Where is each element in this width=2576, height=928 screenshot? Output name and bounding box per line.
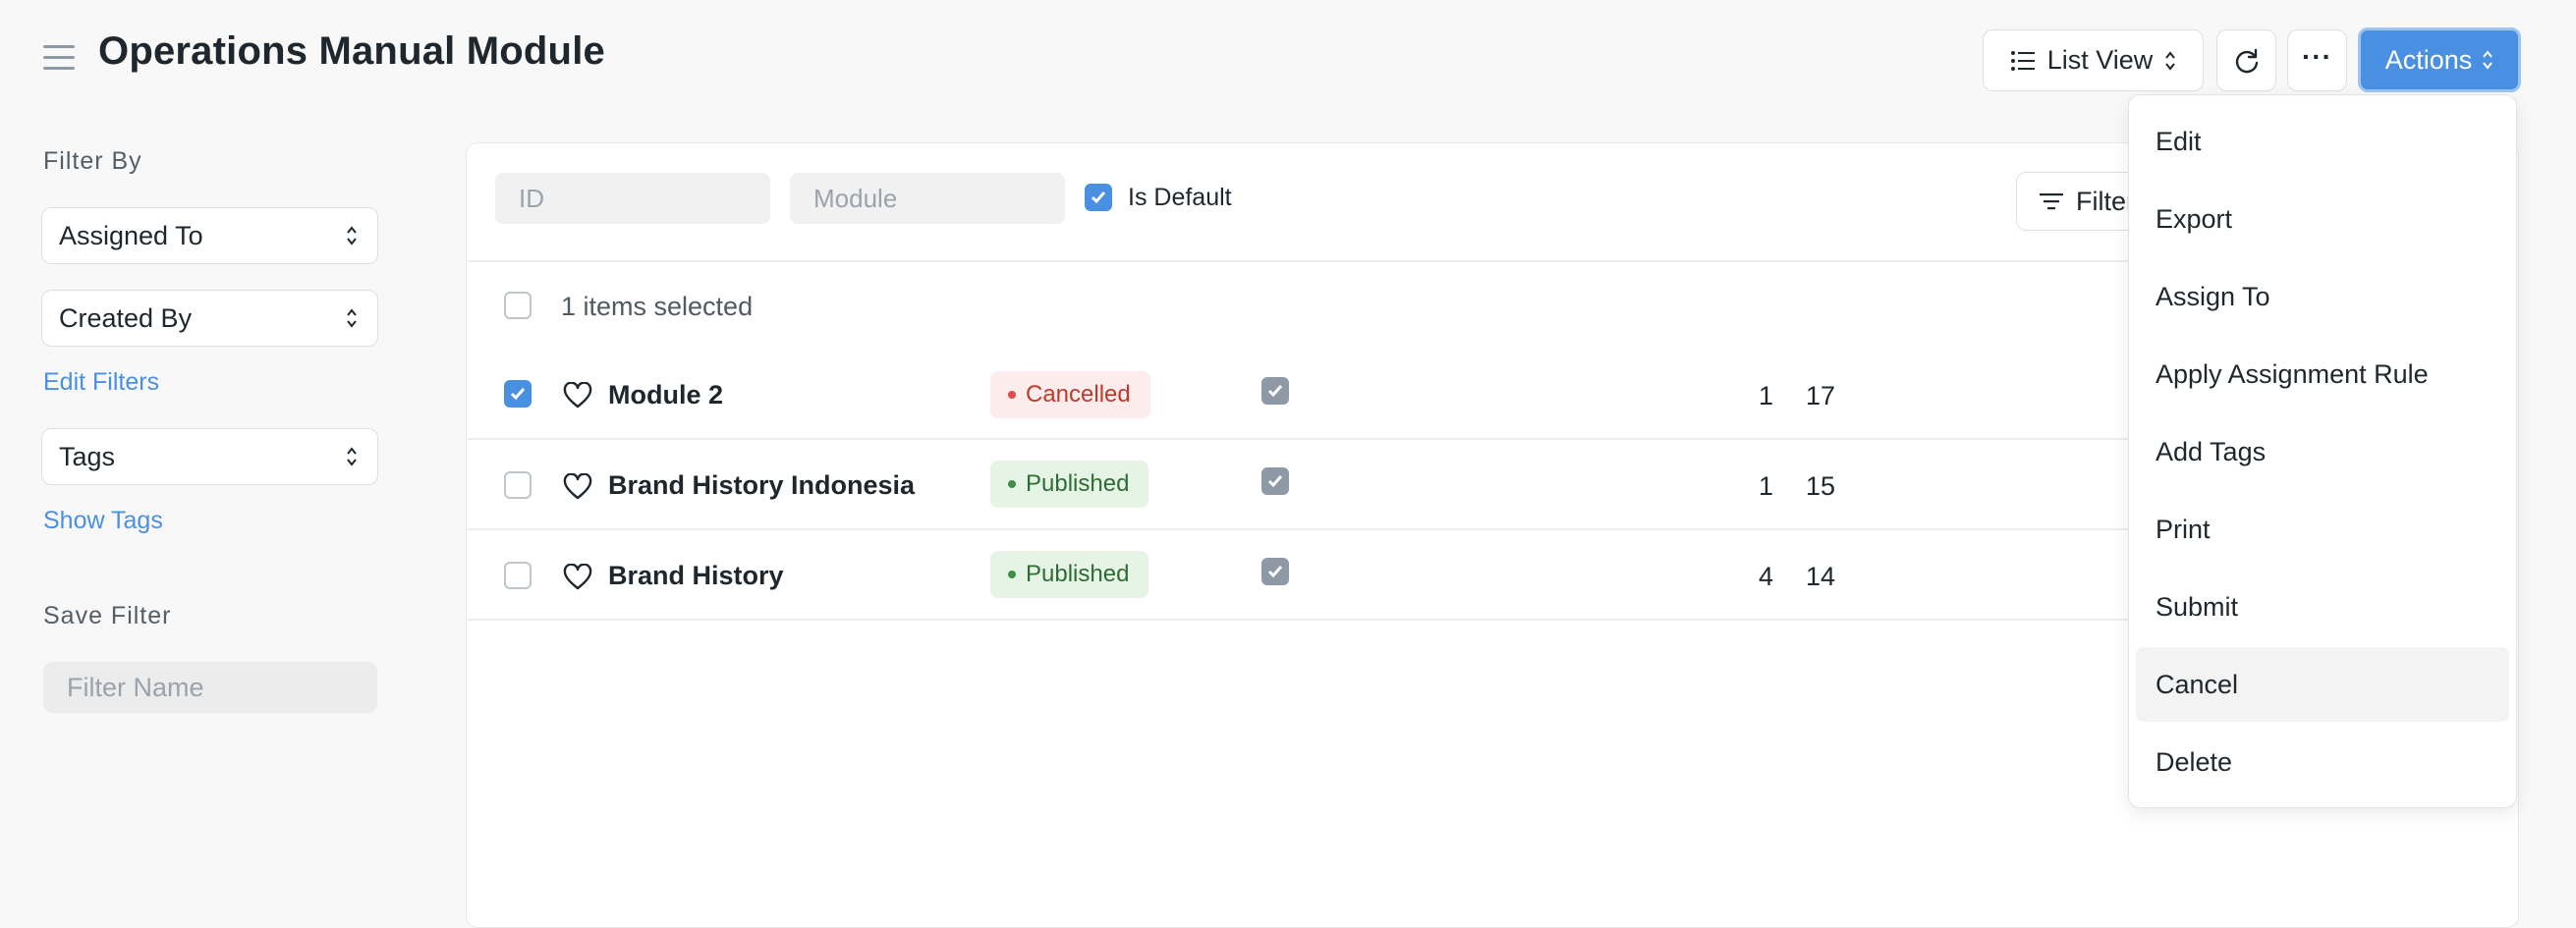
status-dot — [1008, 480, 1016, 488]
tags-select[interactable]: Tags — [41, 428, 378, 485]
filter-name-input[interactable]: Filter Name — [43, 662, 377, 713]
created-by-label: Created By — [59, 302, 193, 333]
default-checkbox — [1261, 467, 1289, 495]
sort-caret-icon — [347, 447, 357, 466]
filter-icon — [2040, 193, 2063, 210]
check-icon — [1267, 475, 1283, 488]
check-icon — [1267, 385, 1283, 398]
edit-filters-link[interactable]: Edit Filters — [43, 368, 159, 397]
row-divider — [468, 438, 2128, 440]
menu-item-add-tags[interactable]: Add Tags — [2136, 414, 2509, 489]
module-filter-input[interactable]: Module — [790, 173, 1065, 224]
menu-item-assign-to[interactable]: Assign To — [2136, 259, 2509, 334]
list-view-label: List View — [2046, 45, 2154, 75]
status-badge: Cancelled — [990, 371, 1150, 418]
id-filter-input[interactable]: ID — [495, 173, 770, 224]
status-badge: Published — [990, 461, 1149, 508]
is-default-checkbox[interactable] — [1085, 184, 1112, 211]
row-divider — [468, 528, 2128, 530]
is-default-label: Is Default — [1128, 184, 1232, 211]
status-label: Published — [1026, 561, 1130, 587]
heart-icon[interactable] — [563, 473, 592, 501]
refresh-button[interactable] — [2216, 29, 2276, 91]
selected-count-label: 1 items selected — [561, 292, 754, 321]
menu-item-edit[interactable]: Edit — [2136, 104, 2509, 179]
status-label: Cancelled — [1026, 381, 1131, 408]
row-comments: 15 — [1806, 471, 1836, 501]
actions-label: Actions — [2384, 44, 2473, 75]
row-comments: 17 — [1806, 381, 1836, 410]
sort-caret-icon — [2483, 50, 2493, 70]
status-badge: Published — [990, 551, 1149, 598]
created-by-select[interactable]: Created By — [41, 290, 378, 347]
row-count: 4 — [1759, 562, 1774, 591]
filter-by-heading: Filter By — [43, 147, 142, 175]
row-divider — [468, 619, 2128, 621]
row-title[interactable]: Module 2 — [608, 380, 723, 410]
heart-icon[interactable] — [563, 564, 592, 591]
page-title: Operations Manual Module — [98, 29, 605, 73]
row-select-checkbox[interactable] — [504, 380, 532, 408]
default-checkbox — [1261, 377, 1289, 405]
tags-label: Tags — [59, 441, 116, 471]
save-filter-heading: Save Filter — [43, 602, 172, 629]
assigned-to-select[interactable]: Assigned To — [41, 207, 378, 264]
check-icon — [1267, 566, 1283, 578]
heart-icon[interactable] — [563, 382, 592, 409]
default-checkbox — [1261, 558, 1289, 585]
row-count: 1 — [1759, 471, 1774, 501]
sort-caret-icon — [347, 308, 357, 328]
menu-item-export[interactable]: Export — [2136, 182, 2509, 256]
check-icon — [1091, 191, 1106, 204]
assigned-to-label: Assigned To — [59, 220, 203, 250]
sort-caret-icon — [2165, 50, 2176, 71]
divider — [468, 260, 2128, 262]
menu-item-submit[interactable]: Submit — [2136, 570, 2509, 644]
filter-button-label: Filter — [2076, 186, 2135, 216]
list-icon — [2010, 50, 2035, 71]
sort-caret-icon — [347, 226, 357, 246]
show-tags-link[interactable]: Show Tags — [43, 507, 163, 535]
row-select-checkbox[interactable] — [504, 471, 532, 499]
check-icon — [510, 388, 526, 401]
actions-button[interactable]: Actions — [2358, 27, 2521, 92]
sidebar-toggle-icon[interactable] — [43, 45, 75, 73]
menu-item-delete[interactable]: Delete — [2136, 725, 2509, 799]
menu-item-apply-assignment-rule[interactable]: Apply Assignment Rule — [2136, 337, 2509, 411]
status-dot — [1008, 391, 1016, 399]
status-dot — [1008, 571, 1016, 578]
row-title[interactable]: Brand History — [608, 561, 784, 591]
status-label: Published — [1026, 470, 1130, 497]
menu-item-cancel[interactable]: Cancel — [2136, 647, 2509, 722]
row-count: 1 — [1759, 381, 1774, 410]
row-comments: 14 — [1806, 562, 1836, 591]
row-title[interactable]: Brand History Indonesia — [608, 470, 915, 501]
list-view-button[interactable]: List View — [1983, 29, 2204, 91]
row-select-checkbox[interactable] — [504, 562, 532, 589]
select-all-checkbox[interactable] — [504, 292, 532, 319]
refresh-icon — [2235, 48, 2258, 73]
more-options-button[interactable]: ··· — [2287, 29, 2347, 91]
menu-item-print[interactable]: Print — [2136, 492, 2509, 567]
